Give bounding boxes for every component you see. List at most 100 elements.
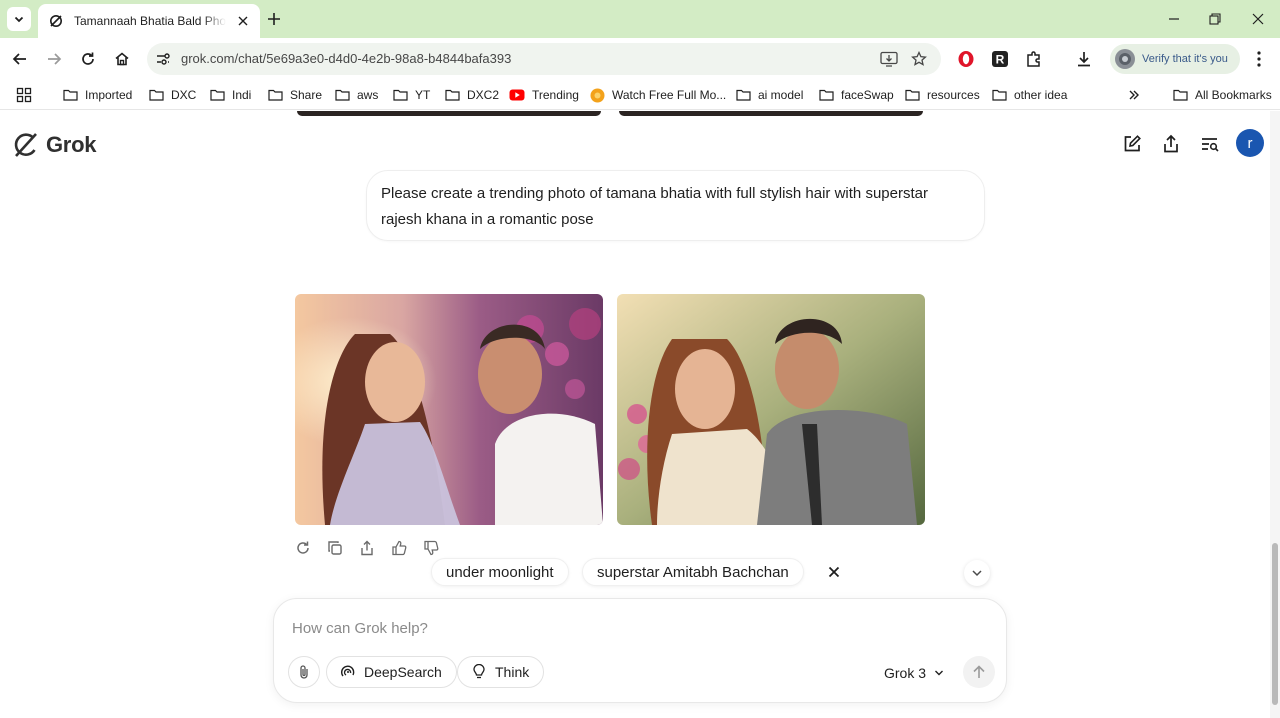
generated-image-1[interactable] xyxy=(295,294,603,525)
send-button[interactable] xyxy=(963,656,995,688)
window-close-button[interactable] xyxy=(1245,6,1271,32)
bookmark-folder-yt[interactable]: YT xyxy=(392,86,430,104)
grok-logo[interactable]: Grok xyxy=(12,131,96,159)
minimize-icon xyxy=(1169,18,1179,20)
new-tab-button[interactable] xyxy=(264,9,284,29)
dismiss-suggestions-button[interactable] xyxy=(823,561,845,583)
profile-verify-chip[interactable]: Verify that it's you xyxy=(1110,44,1240,74)
active-tab[interactable]: Tamannaah Bhatia Bald Photo T xyxy=(38,4,260,38)
scrollbar-thumb[interactable] xyxy=(1272,543,1278,705)
regenerate-button[interactable] xyxy=(294,539,312,557)
plus-icon xyxy=(268,13,280,25)
grok-logo-text: Grok xyxy=(46,132,97,157)
folder-icon xyxy=(148,88,164,102)
tab-close-button[interactable] xyxy=(234,12,252,30)
bookmark-folder-aws[interactable]: aws xyxy=(334,86,378,104)
scroll-to-bottom-button[interactable] xyxy=(964,560,990,586)
folder-icon xyxy=(1172,88,1188,102)
bookmark-folder-imported[interactable]: Imported xyxy=(62,86,132,104)
close-icon xyxy=(1252,13,1264,25)
chevron-double-right-icon xyxy=(1129,90,1139,100)
url-text[interactable]: grok.com/chat/5e69a3e0-d4d0-4e2b-98a8-b4… xyxy=(181,51,511,66)
copy-button[interactable] xyxy=(326,539,344,557)
site-favicon-icon xyxy=(589,88,605,102)
forward-button[interactable] xyxy=(42,47,66,71)
think-button[interactable]: Think xyxy=(457,656,545,688)
regenerate-icon xyxy=(297,541,309,554)
close-icon xyxy=(828,566,840,578)
extensions-button[interactable] xyxy=(1022,47,1046,71)
suggestion-chip[interactable]: superstar Amitabh Bachchan xyxy=(582,558,804,586)
all-bookmarks-button[interactable]: All Bookmarks xyxy=(1172,86,1272,104)
folder-icon xyxy=(267,88,283,102)
edit-icon xyxy=(1124,135,1141,152)
folder-icon xyxy=(62,88,78,102)
browser-toolbar: grok.com/chat/5e69a3e0-d4d0-4e2b-98a8-b4… xyxy=(0,38,1280,80)
tab-title: Tamannaah Bhatia Bald Photo T xyxy=(74,14,226,28)
bookmark-folder-other-idea[interactable]: other idea xyxy=(991,86,1067,104)
r-extension-button[interactable]: R xyxy=(988,47,1012,71)
grok-favicon-icon xyxy=(48,13,64,29)
restore-icon xyxy=(1209,13,1221,25)
share-response-button[interactable] xyxy=(358,539,376,557)
arrow-up-icon xyxy=(973,665,985,678)
previous-image-edge xyxy=(619,111,923,116)
folder-icon xyxy=(334,88,350,102)
like-button[interactable] xyxy=(390,539,408,557)
previous-image-edge xyxy=(297,111,601,116)
tab-strip: Tamannaah Bhatia Bald Photo T xyxy=(0,0,1280,38)
suggestion-chip[interactable]: under moonlight xyxy=(431,558,569,586)
arrow-right-icon xyxy=(48,53,62,65)
bookmark-folder-dxc2[interactable]: DXC2 xyxy=(444,86,499,104)
site-settings-icon[interactable] xyxy=(153,49,173,69)
bookmark-folder-share[interactable]: Share xyxy=(267,86,322,104)
page-scrollbar[interactable] xyxy=(1270,111,1280,718)
lightbulb-icon xyxy=(470,663,488,681)
chrome-menu-button[interactable] xyxy=(1247,47,1271,71)
folder-icon xyxy=(392,88,408,102)
bookmark-folder-resources[interactable]: resources xyxy=(904,86,980,104)
close-icon xyxy=(238,16,248,26)
bookmarks-bar: Imported DXC Indi Share aws YT DXC2 Tren… xyxy=(0,80,1280,110)
download-icon xyxy=(1078,52,1090,67)
chevron-down-icon xyxy=(972,570,982,577)
bookmarks-overflow-button[interactable] xyxy=(1128,86,1140,104)
tab-search-button[interactable] xyxy=(7,7,31,31)
opera-icon xyxy=(958,51,974,67)
dislike-button[interactable] xyxy=(422,539,440,557)
bookmark-folder-faceswap[interactable]: faceSwap xyxy=(818,86,894,104)
downloads-button[interactable] xyxy=(1072,47,1096,71)
opera-extension-button[interactable] xyxy=(954,47,978,71)
new-chat-button[interactable] xyxy=(1120,132,1144,156)
folder-icon xyxy=(735,88,751,102)
bookmark-folder-dxc[interactable]: DXC xyxy=(148,86,196,104)
generated-image-2[interactable] xyxy=(617,294,925,525)
restore-button[interactable] xyxy=(1202,6,1228,32)
model-selector[interactable]: Grok 3 xyxy=(884,662,944,684)
install-app-icon[interactable] xyxy=(879,49,899,69)
home-button[interactable] xyxy=(110,47,134,71)
share-button[interactable] xyxy=(1159,132,1183,156)
folder-icon xyxy=(444,88,460,102)
bookmark-folder-ai-model[interactable]: ai model xyxy=(735,86,803,104)
bookmark-trending[interactable]: Trending xyxy=(509,86,579,104)
history-search-button[interactable] xyxy=(1198,132,1222,156)
apps-button[interactable] xyxy=(16,86,32,104)
bookmark-star-icon[interactable] xyxy=(909,49,929,69)
share-icon xyxy=(361,540,373,556)
user-avatar[interactable]: r xyxy=(1236,129,1264,157)
reload-button[interactable] xyxy=(76,47,100,71)
minimize-button[interactable] xyxy=(1161,6,1187,32)
folder-icon xyxy=(991,88,1007,102)
prompt-input[interactable] xyxy=(292,617,982,639)
home-icon xyxy=(115,52,129,66)
address-bar[interactable]: grok.com/chat/5e69a3e0-d4d0-4e2b-98a8-b4… xyxy=(147,43,941,75)
attach-button[interactable] xyxy=(288,656,320,688)
thumbs-down-icon xyxy=(424,540,439,556)
profile-avatar-icon xyxy=(1115,49,1135,69)
bookmark-watch-free[interactable]: Watch Free Full Mo... xyxy=(589,86,726,104)
bookmark-folder-indi[interactable]: Indi xyxy=(209,86,251,104)
deepsearch-button[interactable]: DeepSearch xyxy=(326,656,457,688)
folder-icon xyxy=(209,88,225,102)
back-button[interactable] xyxy=(8,47,32,71)
